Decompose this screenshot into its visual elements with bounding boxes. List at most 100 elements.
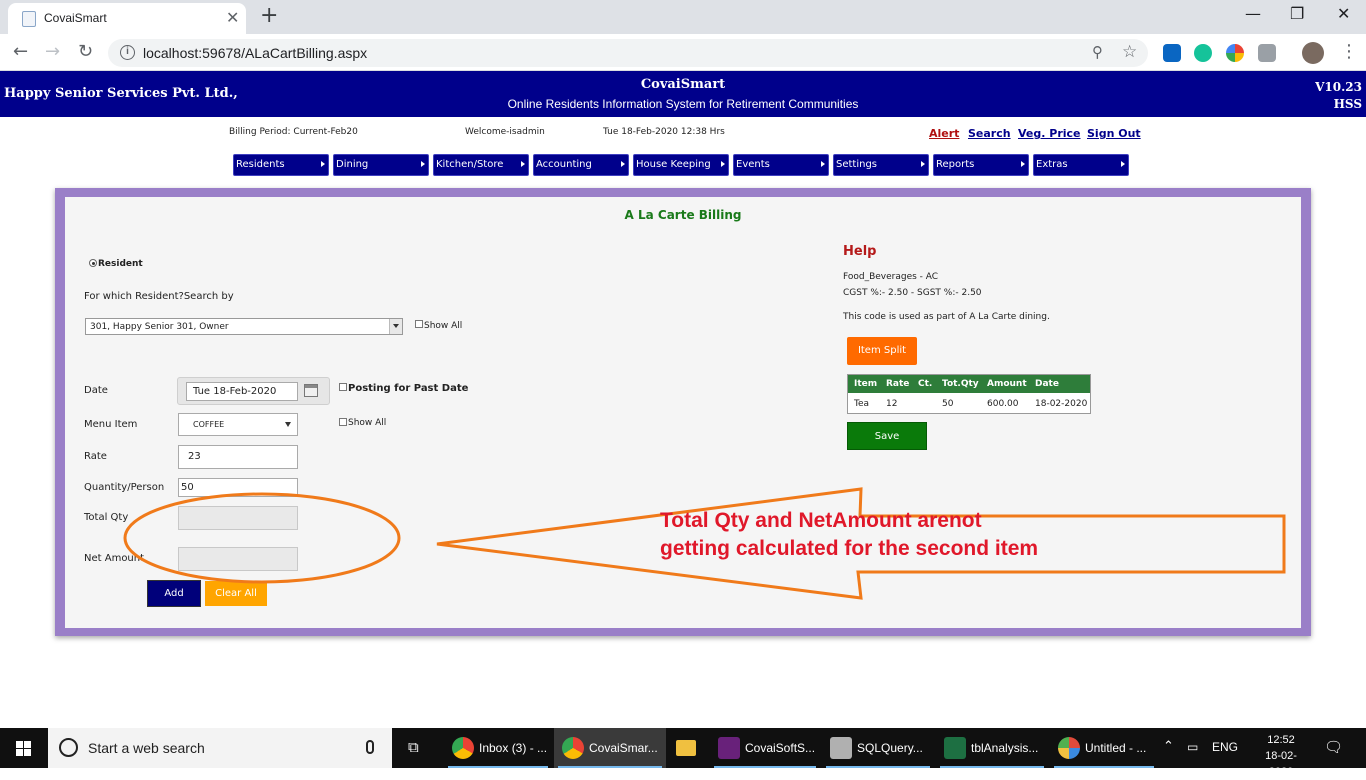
show-all-resident-label: Show All [424, 321, 463, 331]
submenu-arrow-icon [821, 161, 825, 167]
menu-dining[interactable]: Dining [333, 154, 429, 176]
welcome-text: Welcome-isadmin [465, 127, 545, 137]
version-block: V10.23 HSS [1315, 79, 1362, 113]
item-split-button[interactable]: Item Split [847, 337, 917, 365]
window-close-icon[interactable]: ✕ [1337, 4, 1350, 24]
show-all-resident-checkbox[interactable] [415, 320, 423, 328]
address-bar[interactable]: i localhost:59678/ALaCartBilling.aspx ⚲ … [108, 39, 1148, 67]
camera-extension-icon[interactable] [1258, 44, 1276, 62]
site-info-icon[interactable]: i [120, 45, 135, 60]
submenu-arrow-icon [321, 161, 325, 167]
task-label: SQLQuery... [857, 741, 923, 755]
menu-reports[interactable]: Reports [933, 154, 1029, 176]
help-code: Food_Beverages - AC [843, 272, 939, 282]
sign-out-link[interactable]: Sign Out [1087, 127, 1141, 140]
submenu-arrow-icon [621, 161, 625, 167]
zoom-icon[interactable]: ⚲ [1092, 43, 1103, 61]
chrome-icon [452, 737, 474, 759]
menu-events[interactable]: Events [733, 154, 829, 176]
color-picker-extension-icon[interactable] [1226, 44, 1244, 62]
save-button[interactable]: Save [847, 422, 927, 450]
tray-chevron-up-icon[interactable]: ⌃ [1163, 738, 1174, 754]
menu-label: Dining [336, 159, 369, 170]
resident-select[interactable]: 301, Happy Senior 301, Owner [85, 318, 403, 335]
help-title: Help [843, 244, 877, 259]
language-indicator[interactable]: ENG [1212, 740, 1238, 754]
date-input[interactable]: Tue 18-Feb-2020 [186, 382, 298, 401]
taskbar-file-explorer[interactable] [668, 728, 708, 768]
table-cell: 600.00 [987, 399, 1019, 409]
taskbar-visual-studio[interactable]: CovaiSoftS... [710, 728, 820, 768]
microphone-icon[interactable] [366, 740, 374, 754]
task-view-button[interactable]: ⧉ [400, 728, 440, 768]
browser-tab[interactable]: CovaiSmart ✕ [8, 3, 246, 34]
menu-kitchen-store[interactable]: Kitchen/Store [433, 154, 529, 176]
new-tab-icon[interactable]: + [260, 4, 278, 28]
menu-item-select[interactable]: COFFEE [178, 413, 298, 436]
windows-taskbar: Start a web search ⧉ Inbox (3) - ... Cov… [0, 728, 1366, 778]
submenu-arrow-icon [921, 161, 925, 167]
taskbar-paint[interactable]: Untitled - ... [1050, 728, 1158, 768]
help-tax: CGST %:- 2.50 - SGST %:- 2.50 [843, 288, 982, 298]
taskbar-search[interactable]: Start a web search [48, 728, 392, 768]
menu-label: Kitchen/Store [436, 159, 504, 170]
calendar-icon[interactable] [304, 384, 318, 397]
search-prompt: For which Resident?Search by [84, 291, 234, 302]
menu-extras[interactable]: Extras [1033, 154, 1129, 176]
posting-past-date-checkbox[interactable] [339, 383, 347, 391]
search-link[interactable]: Search [968, 127, 1011, 140]
total-qty-input [178, 506, 298, 530]
back-icon[interactable]: ← [13, 42, 28, 62]
menu-label: Extras [1036, 159, 1068, 170]
taskbar-chrome-covaismart[interactable]: CovaiSmar... [554, 728, 666, 768]
visual-studio-icon [718, 737, 740, 759]
reload-icon[interactable]: ↻ [78, 42, 93, 62]
menu-label: Accounting [536, 159, 592, 170]
browser-menu-icon[interactable]: ⋮ [1340, 42, 1358, 62]
menu-label: House Keeping [636, 159, 711, 170]
menu-accounting[interactable]: Accounting [533, 154, 629, 176]
menu-residents[interactable]: Residents [233, 154, 329, 176]
menu-label: Settings [836, 159, 878, 170]
taskbar-sql[interactable]: SQLQuery... [822, 728, 934, 768]
taskbar-chrome-inbox[interactable]: Inbox (3) - ... [444, 728, 552, 768]
show-all-menu-checkbox[interactable] [339, 418, 347, 426]
clock-time: 12:52 [1267, 734, 1295, 746]
menu-settings[interactable]: Settings [833, 154, 929, 176]
page-title: A La Carte Billing [624, 208, 742, 222]
notifications-icon[interactable]: 🗨 [1324, 738, 1343, 756]
linkedin-extension-icon[interactable] [1163, 44, 1181, 62]
app-subtitle: Online Residents Information System for … [507, 97, 859, 111]
system-clock[interactable]: 12:52 18-02-2020 [1259, 732, 1303, 780]
billing-panel: A La Carte Billing Resident For which Re… [55, 188, 1311, 636]
rate-input[interactable]: 23 [178, 445, 298, 469]
table-header: Item Rate Ct. Tot.Qty Amount Date [848, 375, 1090, 393]
column-header: Amount [987, 379, 1027, 389]
grammarly-extension-icon[interactable] [1194, 44, 1212, 62]
profile-avatar[interactable] [1302, 42, 1324, 64]
menu-house-keeping[interactable]: House Keeping [633, 154, 729, 176]
taskbar-excel[interactable]: tblAnalysis... [936, 728, 1048, 768]
alert-link[interactable]: Alert [929, 127, 959, 140]
clear-all-button[interactable]: Clear All [205, 581, 267, 606]
forward-icon[interactable]: → [45, 42, 60, 62]
menu-label: Reports [936, 159, 975, 170]
menu-label: Events [736, 159, 770, 170]
minimize-icon[interactable]: — [1245, 4, 1261, 24]
excel-icon [944, 737, 966, 759]
annotation-line-2: getting calculated for the second item [660, 537, 1039, 560]
resident-radio[interactable] [89, 259, 97, 267]
maximize-icon[interactable]: ❐ [1290, 4, 1304, 24]
quantity-input[interactable]: 50 [178, 478, 298, 497]
chevron-down-icon [285, 422, 291, 427]
add-button[interactable]: Add [147, 580, 201, 607]
task-label: Inbox (3) - ... [479, 741, 548, 755]
page-favicon-icon [22, 11, 36, 27]
start-button[interactable] [0, 728, 48, 768]
veg-price-link[interactable]: Veg. Price [1018, 127, 1081, 140]
network-icon[interactable]: ▭ [1187, 740, 1198, 754]
tab-close-icon[interactable]: ✕ [226, 8, 239, 28]
bookmark-star-icon[interactable]: ☆ [1122, 42, 1137, 62]
task-label: CovaiSmar... [589, 741, 658, 755]
app-header: Happy Senior Services Pvt. Ltd., CovaiSm… [0, 71, 1366, 117]
